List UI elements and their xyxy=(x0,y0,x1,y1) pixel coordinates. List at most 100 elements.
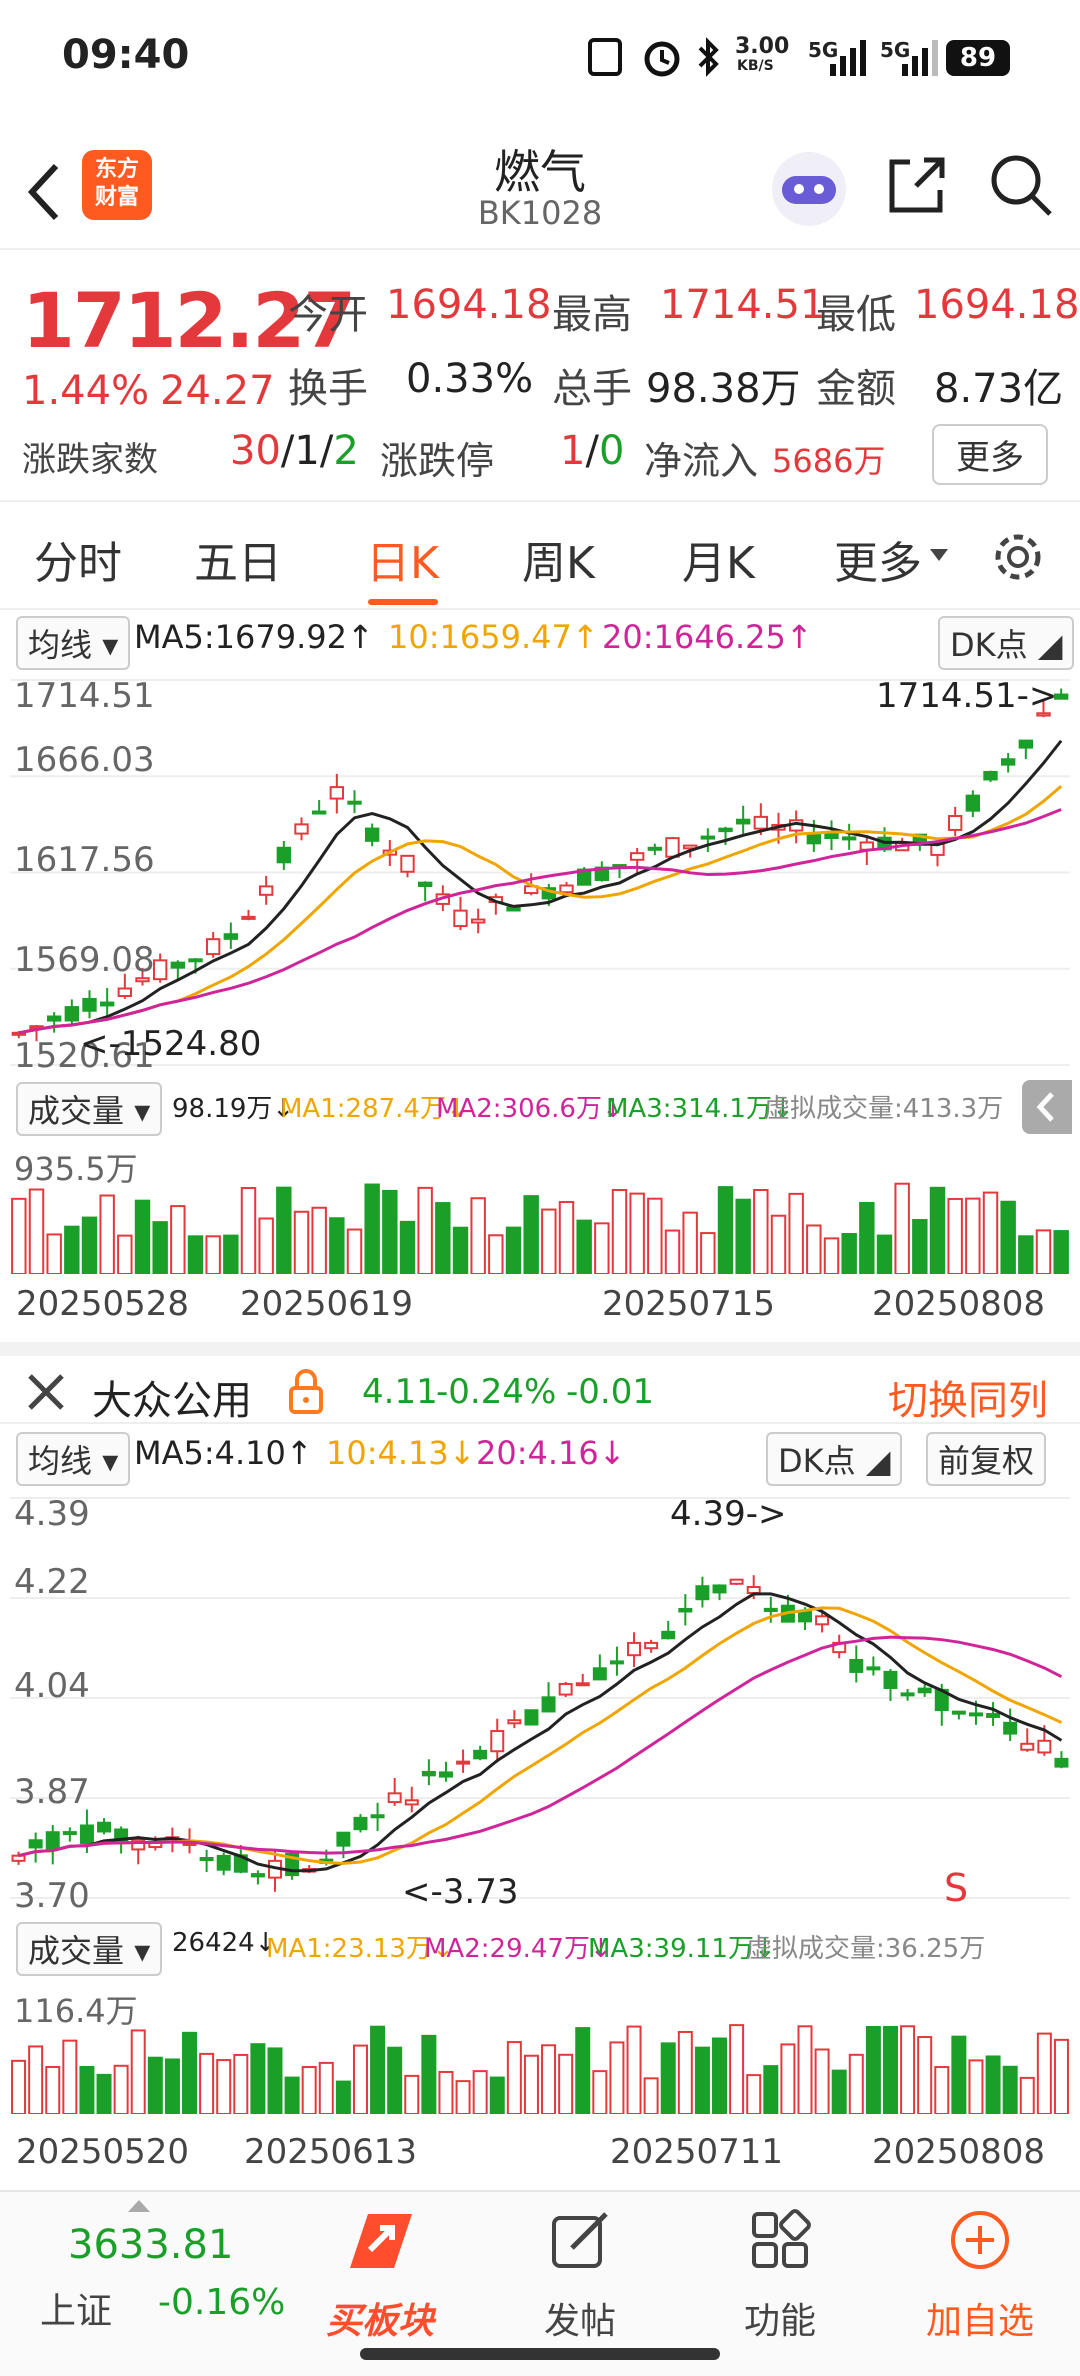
tab-weekly-k[interactable]: 周K xyxy=(522,527,595,591)
compare-price: 4.11 xyxy=(362,1372,438,1412)
signal-icon xyxy=(830,40,866,76)
chart2-vol-virtual: 虚拟成交量:36.25万 xyxy=(746,1934,986,1964)
limit-up: 1 xyxy=(560,428,586,474)
signal-icon-2 xyxy=(902,40,938,76)
candle-body xyxy=(559,884,574,894)
chart1-dk-button[interactable]: DK点 ◢ xyxy=(938,616,1075,670)
index-change: -0.16% xyxy=(158,2282,286,2323)
volume-bar xyxy=(576,1219,592,1274)
more-button[interactable]: 更多 xyxy=(932,424,1048,485)
chart1-vol-ma2: MA2:306.6万↓ xyxy=(436,1094,624,1124)
volume-bar xyxy=(934,2066,950,2114)
volume-bar xyxy=(46,1233,62,1274)
volume-bar xyxy=(488,1234,504,1274)
assistant-avatar[interactable] xyxy=(772,152,846,226)
volume-bar xyxy=(28,1188,45,1274)
slash-1: / xyxy=(280,428,295,474)
open-label: 今开 xyxy=(288,292,368,338)
candle-body xyxy=(1018,739,1034,749)
volume-bar xyxy=(1019,2076,1035,2114)
candle-body xyxy=(524,1709,539,1726)
chart2-dk-button[interactable]: DK点 ◢ xyxy=(766,1432,903,1486)
volume-bar xyxy=(364,1183,380,1274)
updown-counts: 30/1/2 xyxy=(230,428,359,474)
candle-body xyxy=(815,1615,830,1626)
lock-icon[interactable] xyxy=(288,1368,324,1414)
volume-bar xyxy=(611,1189,628,1274)
limit-counts: 1/0 xyxy=(560,428,624,474)
volume-bar xyxy=(746,2074,762,2114)
close-icon[interactable] xyxy=(26,1372,66,1412)
volume-bar xyxy=(882,2025,898,2114)
chart2-ma-select[interactable]: 均线 ▾ xyxy=(16,1432,131,1486)
volume-bar xyxy=(147,2056,163,2114)
chart2-ma-header: 均线 ▾ MA5:4.10↑ 10:4.13↓ 20:4.16↓ DK点 ◢ 前… xyxy=(0,1428,1080,1486)
volume-bar xyxy=(335,2080,351,2114)
tab-daily-k[interactable]: 日K xyxy=(366,527,439,591)
collapse-panel-button[interactable] xyxy=(1022,1080,1072,1134)
candle-body xyxy=(45,1831,60,1850)
candle-body xyxy=(97,1821,112,1833)
candle-body xyxy=(507,1719,522,1725)
volume-bar xyxy=(594,1222,610,1274)
volume-bar xyxy=(62,2039,78,2114)
volume-label: 总手 xyxy=(552,366,632,412)
volume-bar xyxy=(1053,2038,1069,2114)
chart2-vol-header: 成交量 ▾ 26424↓ MA1:23.13万↓ MA2:29.47万↓ MA3… xyxy=(0,1920,1080,1976)
volume-bar xyxy=(45,2065,61,2114)
gear-icon[interactable] xyxy=(990,529,1046,585)
volume-bar xyxy=(130,2029,146,2114)
share-icon[interactable] xyxy=(884,152,948,216)
high-label: 最高 xyxy=(552,292,632,338)
nav-add-watchlist[interactable]: 加自选 xyxy=(900,2192,1060,2376)
tab-five-day[interactable]: 五日 xyxy=(194,527,282,591)
candle-body xyxy=(575,1682,590,1687)
candle-body xyxy=(46,1015,62,1022)
nav-functions[interactable]: 功能 xyxy=(700,2192,860,2376)
volume-bar xyxy=(505,1226,522,1274)
volume-bar xyxy=(917,2036,933,2114)
chart1-candles[interactable] xyxy=(10,670,1070,1075)
switch-same-column-button[interactable]: 切换同列 xyxy=(888,1368,1048,1426)
chart1-vol-select[interactable]: 成交量 ▾ xyxy=(16,1082,163,1136)
volume-bar xyxy=(763,2065,779,2114)
volume-bar xyxy=(814,2048,830,2114)
candle-body xyxy=(841,836,857,841)
volume-bar xyxy=(806,1224,822,1274)
tab-more[interactable]: 更多 xyxy=(834,527,922,591)
candle-body xyxy=(644,1641,659,1650)
volume-bar xyxy=(558,2053,574,2114)
turnover-value: 0.33% xyxy=(406,356,534,402)
chart1-vol-virtual: 虚拟成交量:413.3万 xyxy=(764,1094,1004,1124)
candle-body xyxy=(718,827,733,833)
volume-bar xyxy=(660,2042,676,2114)
chart2-fq-button[interactable]: 前复权 xyxy=(926,1432,1047,1486)
candle-body xyxy=(866,1666,881,1671)
volume-bar xyxy=(1002,2065,1018,2114)
index-ticker[interactable]: 3633.81 上证 -0.16% xyxy=(0,2192,290,2376)
candle-body xyxy=(370,1814,385,1819)
flat-count: 1 xyxy=(294,428,320,474)
tab-monthly-k[interactable]: 月K xyxy=(682,527,755,591)
volume-bar xyxy=(876,1234,893,1274)
chart1-ma-select[interactable]: 均线 ▾ xyxy=(16,616,131,670)
chart2-vol-select[interactable]: 成交量 ▾ xyxy=(16,1922,163,1976)
volume-bar xyxy=(267,2047,283,2114)
candle-body xyxy=(627,1641,642,1657)
nav-buy-sector-label: 买板块 xyxy=(325,2301,434,2342)
slash-3: / xyxy=(585,428,599,474)
tab-intraday[interactable]: 分时 xyxy=(34,527,122,591)
status-time: 09:40 xyxy=(62,32,190,78)
grid-icon xyxy=(752,2209,811,2268)
volume-bar xyxy=(452,1226,469,1274)
candle-body xyxy=(983,770,998,781)
chart2-candles[interactable] xyxy=(10,1488,1070,1908)
candle-body xyxy=(64,1006,80,1022)
volume-value: 98.38万 xyxy=(646,366,801,412)
volume-bar xyxy=(81,1216,98,1274)
search-icon[interactable] xyxy=(988,152,1054,218)
volume-bar xyxy=(205,1235,221,1274)
volume-bar xyxy=(370,2025,386,2114)
volume-bar xyxy=(11,1197,27,1274)
chart1-volume-bars xyxy=(11,1182,1069,1274)
